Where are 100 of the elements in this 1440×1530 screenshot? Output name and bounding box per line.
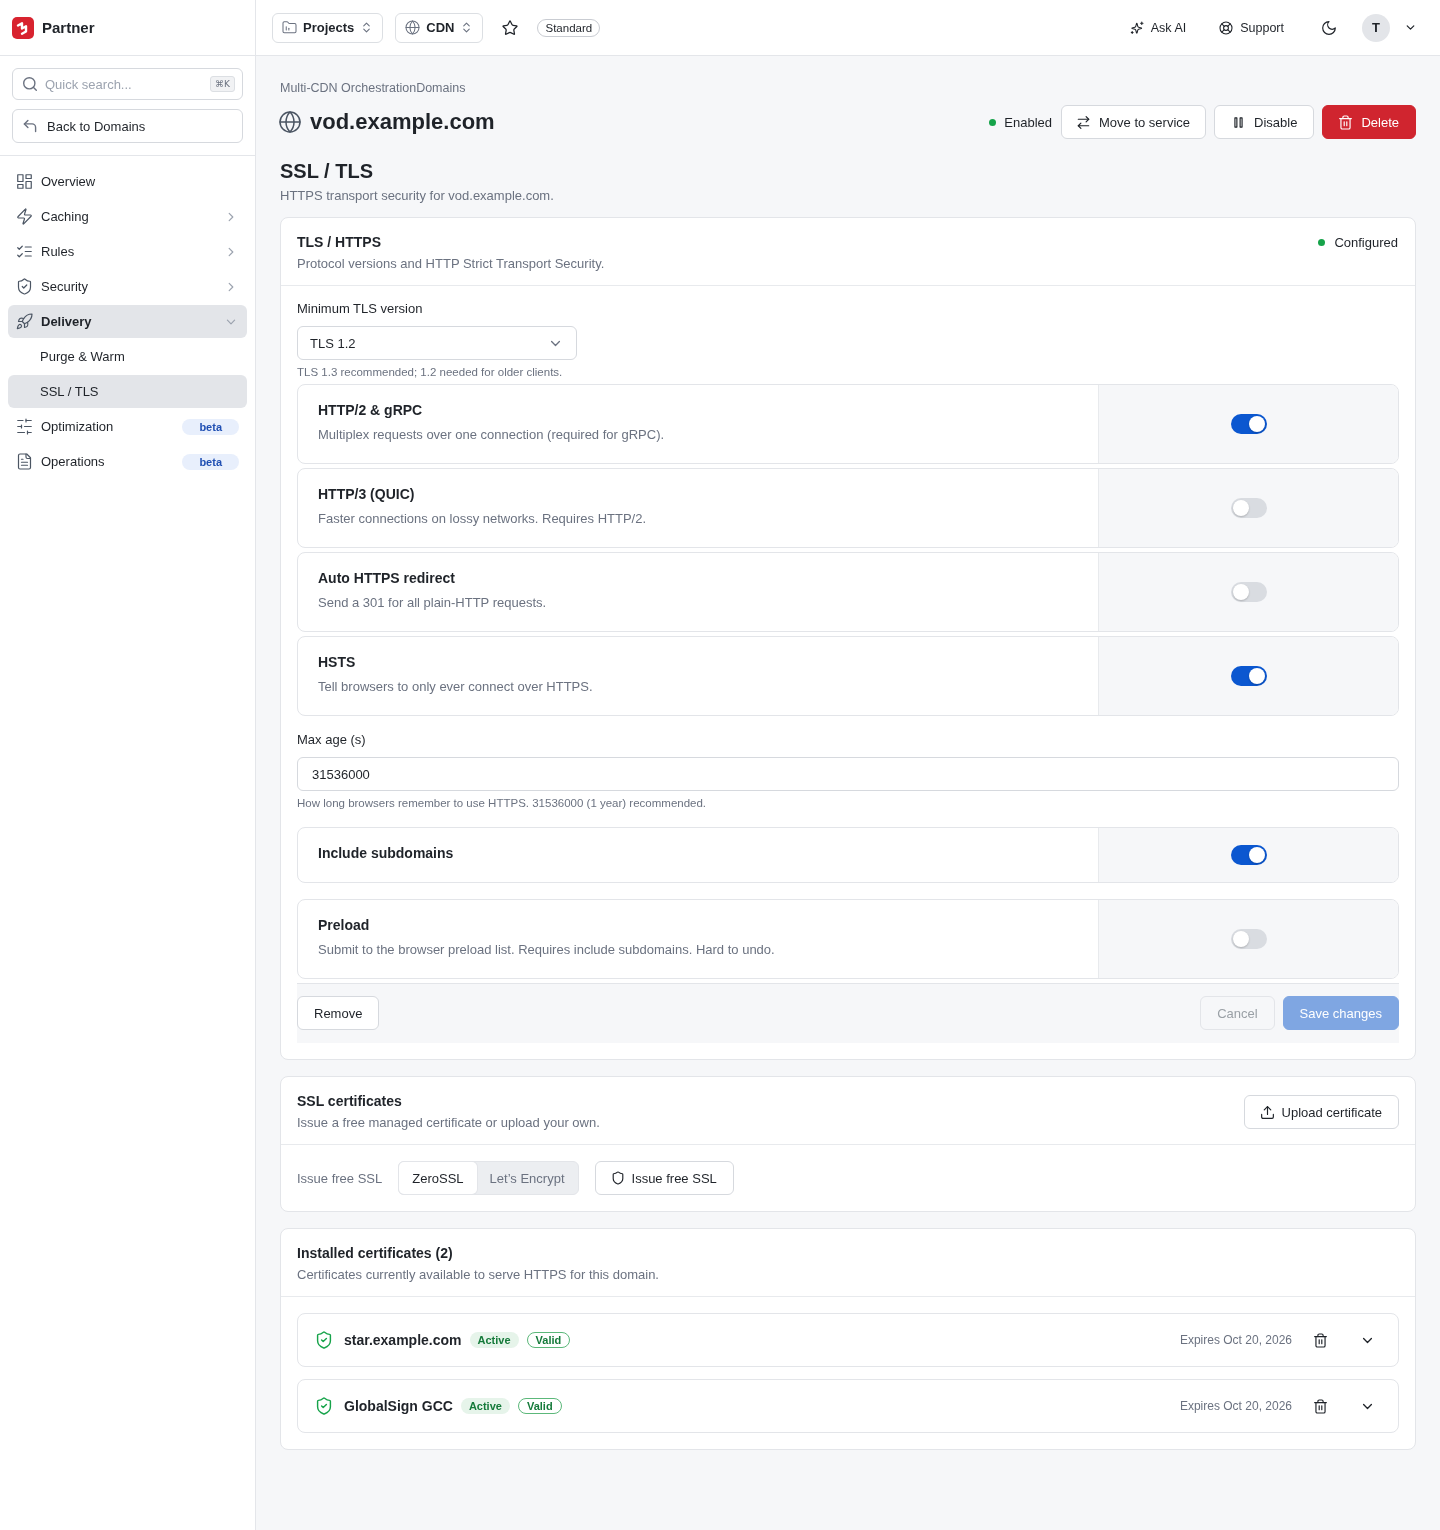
pause-icon [1232,115,1246,129]
breadcrumb: Multi-CDN OrchestrationDomains [280,80,467,96]
setting-description: Tell browsers to only ever connect over HTTPS. [318,678,594,696]
trash-icon [1339,115,1353,129]
nav-badge: beta [182,418,239,435]
lightning-icon [17,209,32,224]
status-badge: Active [469,1332,519,1348]
rocket-icon [17,314,32,329]
field-hint: How long browsers remember to use HTTPS. 31536000 (1 year) recommended. [297,796,708,811]
input-field[interactable]: 31536000 [297,757,1399,791]
nav-item[interactable]: Delivery [8,305,247,338]
setting-title: HSTS [318,653,357,672]
status-label: Configured [1334,234,1398,250]
ask-ai-button[interactable]: Ask AI [1130,20,1187,35]
nav-item[interactable]: Rules [8,235,247,268]
support-button[interactable]: Support [1220,20,1284,35]
setting-title: HTTP/3 (QUIC) [318,485,416,504]
select-field[interactable]: TLS 1.2 [297,326,577,360]
moon-icon[interactable] [1322,20,1336,35]
chevron-down-icon[interactable] [1405,22,1416,33]
shield-icon [611,1172,624,1184]
card-description: Issue a free managed certificate or upload your own. [297,1114,601,1132]
certificate-name: star.example.com [344,1332,462,1348]
section-subtitle: HTTPS transport security for vod.example.com. [280,187,555,205]
chevrons-up-down-icon [361,22,373,33]
chevrons-up-down-icon [461,22,473,33]
certificate-name: GlobalSign GCC [344,1398,453,1414]
shortcut-hint: ⌘K [210,76,235,92]
field-label: Max age (s) [297,731,367,749]
setting-description: Send a 301 for all plain-HTTP requests. [318,594,548,612]
status-label: Enabled [1004,114,1052,130]
project-selector[interactable]: Projects [272,12,384,43]
card-title: SSL certificates [297,1092,403,1110]
status-dot-icon [1318,238,1326,246]
field-label: Minimum TLS version [297,300,424,318]
service-selector[interactable]: CDN [395,12,484,43]
segment-option[interactable]: ZeroSSL [399,1162,477,1194]
toggle-switch[interactable] [1230,929,1267,949]
brand-name: Partner [42,19,95,36]
toggle-switch[interactable] [1230,582,1267,602]
folder-icon [283,21,296,34]
card-title: Installed certificates (2) [297,1244,454,1262]
card-description: Protocol versions and HTTP Strict Transport Security. [297,255,606,273]
move-button[interactable]: Move to service [1061,105,1207,139]
checklist-icon [17,244,32,259]
toggle-switch[interactable] [1230,498,1267,518]
nav-item[interactable]: Caching [8,200,247,233]
user-avatar[interactable]: T [1362,13,1390,42]
nav-item[interactable]: Operations beta [8,445,247,478]
toggle-switch[interactable] [1230,666,1267,686]
remove-button[interactable]: Remove [297,996,380,1030]
return-arrow-icon [23,119,37,133]
globe-icon [406,21,420,34]
nav-item[interactable]: Security [8,270,247,303]
logo-icon [12,16,34,39]
card-title: TLS / HTTPS [297,233,382,251]
card-description: Certificates currently available to serve HTTPS for this domain. [297,1266,660,1284]
toggle-switch[interactable] [1230,845,1267,865]
certificate-row[interactable]: GlobalSign GCC Active Valid Expires Oct 20, 2026 [297,1379,1399,1433]
issue-button[interactable]: Issue free SSL [594,1161,734,1195]
nav-subitem[interactable]: SSL / TLS [8,375,247,408]
nav-item[interactable]: Optimization beta [8,410,247,443]
section-title: SSL / TLS [280,159,374,183]
status-dot-icon [989,118,997,126]
disable-button[interactable]: Disable [1214,105,1315,139]
nav-badge: beta [182,453,239,470]
toggle-switch[interactable] [1230,414,1267,434]
setting-description: Submit to the browser preload list. Requires include subdomains. Hard to undo. [318,941,776,959]
field-label: Issue free SSL [297,1170,383,1186]
expiry-date: Expires Oct 20, 2026 [1179,1399,1292,1413]
setting-title: Include subdomains [318,844,455,863]
nav-item[interactable]: Overview [8,165,247,198]
swap-arrows-icon [1077,115,1090,129]
trash-icon[interactable] [1314,1399,1327,1413]
trash-icon[interactable] [1314,1333,1327,1347]
globe-icon [280,112,300,132]
upload-button[interactable]: Upload certificate [1243,1095,1399,1129]
field-hint: TLS 1.3 recommended; 1.2 needed for older clients. [297,365,564,380]
page-title: vod.example.com [310,109,495,135]
nav-subitem[interactable]: Purge & Warm [8,340,247,373]
segment-option[interactable]: Let’s Encrypt [476,1162,578,1194]
delete-button[interactable]: Delete [1322,105,1416,139]
shield-check-icon [17,279,32,294]
star-icon[interactable] [503,20,518,35]
document-icon [17,454,32,469]
back-button[interactable]: Back to Domains [12,109,243,143]
sparkles-icon [1130,21,1143,34]
upload-icon [1260,1105,1274,1119]
lifebuoy-icon [1220,21,1233,34]
status-badge: Active [460,1398,510,1414]
setting-description: Faster connections on lossy networks. Requires HTTP/2. [318,510,648,528]
expiry-date: Expires Oct 20, 2026 [1179,1333,1292,1347]
dashboard-icon [17,174,32,189]
setting-title: Preload [318,916,371,935]
shield-check-icon [316,1398,332,1414]
setting-description: Multiplex requests over one connection (required for gRPC). [318,426,666,444]
search-icon [23,77,37,91]
setting-title: HTTP/2 & gRPC [318,401,424,420]
certificate-row[interactable]: star.example.com Active Valid Expires Oct 20, 2026 [297,1313,1399,1367]
setting-title: Auto HTTPS redirect [318,569,456,588]
